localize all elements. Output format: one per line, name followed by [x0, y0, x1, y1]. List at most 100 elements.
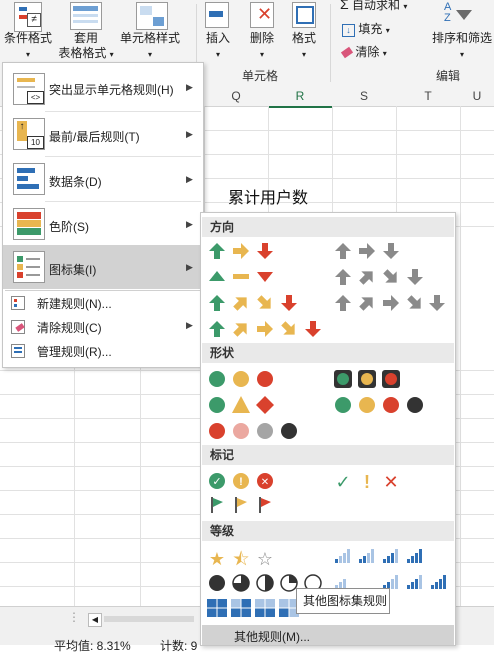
horizontal-scroll-left[interactable]: ◀ — [88, 613, 102, 627]
icon-set-3-arrows-gray[interactable] — [335, 243, 399, 259]
icon-set-4-ratings[interactable] — [335, 549, 422, 563]
column-header-q[interactable]: Q — [204, 86, 268, 107]
eraser-icon — [340, 46, 354, 59]
icon-set-red-to-black[interactable] — [209, 423, 297, 439]
more-rules-item[interactable]: 其他规则(M)... — [202, 625, 454, 645]
column-header-u[interactable]: U — [460, 86, 494, 107]
svg-text:✕: ✕ — [261, 477, 269, 488]
cell-style-button[interactable]: 单元格样式 ▾ — [118, 31, 182, 62]
menu-item-manage-rules[interactable]: 管理规则(R)... — [3, 339, 203, 363]
menu-item-top-bottom[interactable]: ↑ 10 最前/最后规则(T) ▶ — [3, 112, 203, 156]
status-average: 平均值: 8.31% — [54, 639, 131, 653]
menu-label-icon-sets: 图标集(I) — [49, 263, 97, 277]
submenu-arrow-icon: ▶ — [186, 174, 193, 184]
format-button[interactable]: 格式 ▾ — [284, 31, 324, 62]
menu-label-manage-rules: 管理规则(R)... — [37, 345, 112, 359]
submenu-arrow-icon: ▶ — [186, 219, 193, 229]
sigma-icon: Σ — [340, 0, 349, 12]
fill-down-icon: ↓ — [342, 24, 355, 37]
menu-label-top-bottom: 最前/最后规则(T) — [49, 130, 140, 144]
icon-set-5-boxes[interactable] — [207, 599, 299, 617]
sort-filter-button[interactable]: 排序和筛选 ▾ — [426, 31, 494, 62]
svg-text:✕: ✕ — [383, 472, 398, 492]
icon-set-3-flags[interactable] — [211, 497, 271, 513]
icon-sets-submenu: 方向 形状 标记 等级 ✓ ! ✕ ✓ ! ✕ ★ ⯪ ☆ 其他规则(M)... — [200, 212, 456, 646]
manage-rules-icon — [11, 344, 25, 358]
format-icon — [292, 2, 316, 28]
fill-button[interactable]: ↓ 填充 ▾ — [342, 20, 422, 38]
delete-button[interactable]: 删除 ▾ — [242, 31, 282, 62]
insert-button[interactable]: 插入 ▾ — [198, 31, 238, 62]
cell-style-label: 单元格样式 — [119, 31, 180, 45]
new-rule-icon — [11, 296, 25, 310]
autosum-label: 自动求和 — [352, 0, 401, 12]
svg-text:!: ! — [364, 472, 370, 492]
icon-set-5-arrows-colored[interactable] — [209, 317, 321, 341]
icon-set-gallery[interactable]: ✓ ! ✕ ✓ ! ✕ ★ ⯪ ☆ — [201, 213, 455, 645]
column-header-r[interactable]: R — [268, 86, 332, 108]
icon-set-3-triangles[interactable] — [209, 271, 273, 282]
menu-label-clear-rules: 清除规则(C) — [37, 321, 102, 335]
icon-set-5-ratings[interactable] — [335, 575, 446, 589]
sheet-splitter-icon[interactable]: ⋮ — [68, 610, 80, 624]
submenu-arrow-icon: ▶ — [186, 82, 193, 92]
conditional-format-button[interactable]: 条件格式 ▾ — [2, 31, 54, 62]
delete-label: 删除 — [249, 31, 274, 45]
menu-label-new-rule: 新建规则(N)... — [37, 297, 112, 311]
cell-style-icon — [136, 2, 168, 30]
table-format-button[interactable]: 套用 表格格式 ▾ — [54, 31, 118, 62]
submenu-arrow-icon: ▶ — [186, 129, 193, 139]
table-format-label-1: 套用 — [73, 31, 98, 45]
table-format-icon — [70, 2, 102, 30]
menu-item-icon-sets[interactable]: 图标集(I) ▶ — [3, 245, 203, 289]
icon-set-3-stars[interactable]: ★ ⯪ ☆ — [209, 549, 273, 569]
svg-text:!: ! — [239, 476, 243, 488]
icon-set-4-arrows-gray[interactable] — [335, 265, 423, 289]
editing-group-label: 编辑 — [436, 69, 461, 83]
icon-set-3-traffic-lights-rimmed[interactable] — [334, 370, 400, 388]
icon-set-5-arrows-gray[interactable] — [335, 291, 445, 315]
icon-set-3-signs[interactable] — [209, 396, 274, 414]
cells-group-label: 单元格 — [242, 69, 279, 83]
menu-item-new-rule[interactable]: 新建规则(N)... — [3, 291, 203, 315]
delete-icon: ✕ — [250, 2, 274, 28]
more-rules-label: 其他规则(M)... — [234, 630, 310, 644]
table-format-label-2: 表格格式 — [58, 46, 107, 60]
icon-set-4-traffic-lights[interactable] — [335, 397, 423, 413]
svg-text:⯪: ⯪ — [232, 549, 249, 569]
menu-item-color-scales[interactable]: 色阶(S) ▶ — [3, 202, 203, 246]
fill-label: 填充 — [358, 22, 383, 36]
sort-filter-icon: AZ — [444, 2, 478, 28]
column-header-s[interactable]: S — [332, 86, 396, 107]
menu-label-highlight: 突出显示单元格规则(H) — [49, 83, 174, 97]
clear-label: 清除 — [355, 45, 380, 59]
horizontal-scrollbar[interactable] — [104, 616, 194, 622]
tooltip-more-icon-set-rules: 其他图标集规则 — [296, 588, 390, 614]
menu-item-data-bars[interactable]: 数据条(D) ▶ — [3, 157, 203, 201]
clear-rules-icon — [11, 320, 25, 334]
column-header-t[interactable]: T — [396, 86, 460, 107]
icon-set-3-symbols-circled[interactable]: ✓ ! ✕ — [209, 473, 273, 489]
color-scales-icon — [13, 208, 45, 240]
icon-set-4-arrows-colored[interactable] — [209, 291, 297, 315]
conditional-format-icon: ≠ — [14, 2, 42, 32]
submenu-arrow-icon: ▶ — [186, 262, 193, 272]
menu-label-color-scales: 色阶(S) — [49, 220, 89, 234]
cell-cumulative-users[interactable]: 累计用户数 — [228, 184, 308, 208]
menu-item-clear-rules[interactable]: 清除规则(C) ▶ — [3, 315, 203, 339]
menu-item-highlight-rules[interactable]: <> 突出显示单元格规则(H) ▶ — [3, 65, 203, 111]
svg-text:✓: ✓ — [212, 476, 221, 488]
svg-text:✓: ✓ — [335, 472, 350, 492]
sort-filter-label: 排序和筛选 — [431, 31, 492, 45]
clear-button[interactable]: 清除 ▾ — [340, 43, 422, 61]
insert-icon — [205, 2, 229, 28]
icon-set-3-symbols[interactable]: ✓ ! ✕ — [335, 472, 398, 492]
menu-label-data-bars: 数据条(D) — [49, 175, 102, 189]
conditional-format-menu: <> 突出显示单元格规则(H) ▶ ↑ 10 最前/最后规则(T) ▶ 数据条(… — [2, 62, 204, 368]
icon-set-3-traffic-lights[interactable] — [209, 371, 273, 387]
format-label: 格式 — [291, 31, 316, 45]
autosum-button[interactable]: Σ 自动求和 ▾ — [340, 0, 430, 14]
icon-sets-icon — [13, 251, 45, 283]
highlight-rules-icon: <> — [13, 73, 45, 105]
icon-set-3-arrows-colored[interactable] — [209, 243, 273, 259]
